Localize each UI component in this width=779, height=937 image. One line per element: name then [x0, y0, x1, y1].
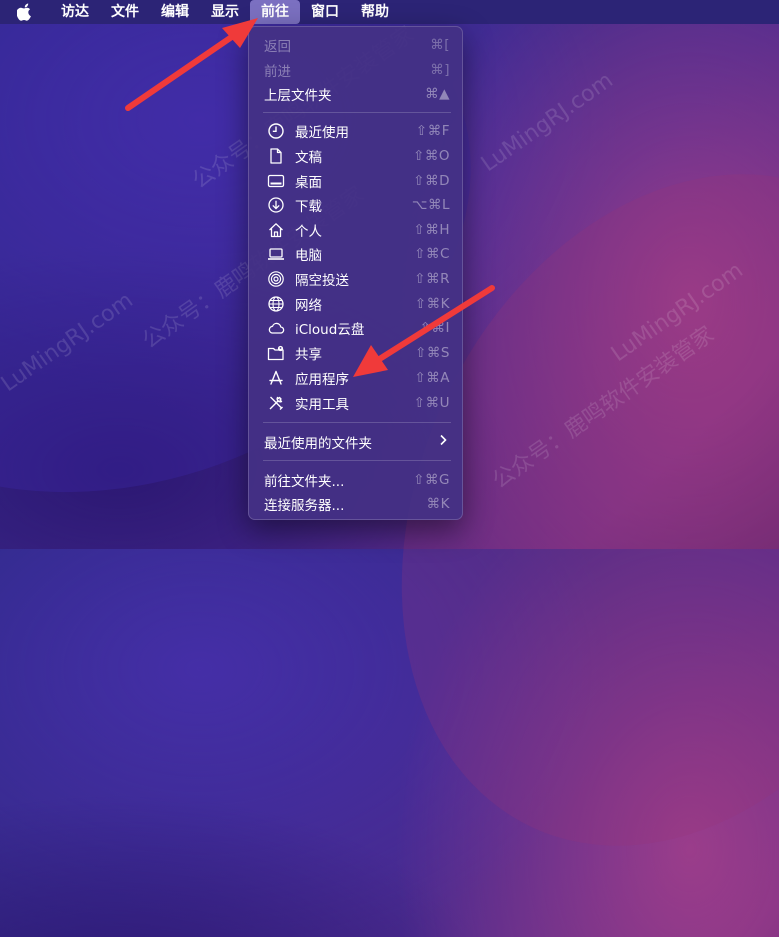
- arrow-to-go-menu: [125, 18, 258, 111]
- annotation-arrows: [125, 18, 495, 377]
- arrow-to-applications: [353, 285, 495, 377]
